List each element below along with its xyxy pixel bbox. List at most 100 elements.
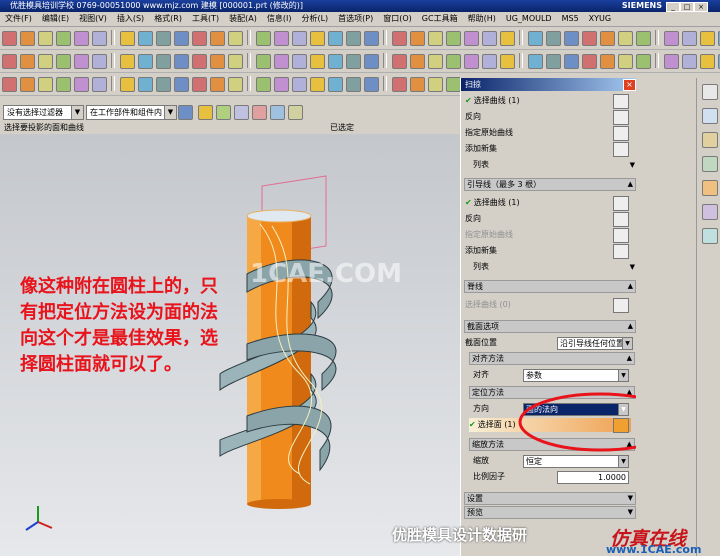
snap-end-icon[interactable] (216, 105, 231, 120)
reverse-icon[interactable] (613, 212, 629, 227)
selection-filter-select[interactable]: 没有选择过滤器 ▼ (3, 105, 84, 120)
graphics-viewport[interactable]: 1CAE.COM 像这种附在圆柱上的，只有把定位方法设为面的法向这个才是最佳效果… (0, 134, 460, 556)
toolbar-tool-icon[interactable] (446, 54, 461, 69)
maximize-button[interactable]: □ (680, 2, 694, 12)
dialog-close-button[interactable]: × (623, 79, 636, 91)
toolbar-tool-icon[interactable] (292, 31, 307, 46)
toolbar-tool-icon[interactable] (192, 77, 207, 92)
toolbar-tool-icon[interactable] (210, 77, 225, 92)
toolbar-tool-icon[interactable] (92, 31, 107, 46)
toolbar-tool-icon[interactable] (528, 31, 543, 46)
toolbar-tool-icon[interactable] (38, 54, 53, 69)
toolbar-tool-icon[interactable] (2, 54, 17, 69)
toolbar-tool-icon[interactable] (392, 77, 407, 92)
toolbar-tool-icon[interactable] (500, 31, 515, 46)
menu-edit[interactable]: 编辑(E) (37, 12, 74, 26)
section-reverse[interactable]: 反向 (465, 110, 631, 125)
guide-reverse[interactable]: 反向 (465, 212, 631, 227)
toolbar-tool-icon[interactable] (464, 31, 479, 46)
web-browser-icon[interactable] (702, 180, 718, 196)
toolbar-tool-icon[interactable] (310, 77, 325, 92)
curve-select-icon[interactable] (613, 94, 629, 109)
toolbar-tool-icon[interactable] (464, 54, 479, 69)
toolbar-tool-icon[interactable] (56, 31, 71, 46)
history-icon[interactable] (702, 132, 718, 148)
position-select[interactable]: 沿引导线任何位置 ▼ (557, 337, 633, 350)
toolbar-tool-icon[interactable] (618, 54, 633, 69)
snap-quadrant-icon[interactable] (270, 105, 285, 120)
toolbar-tool-icon[interactable] (410, 31, 425, 46)
toolbar-tool-icon[interactable] (482, 54, 497, 69)
toolbar-tool-icon[interactable] (228, 31, 243, 46)
menu-analysis[interactable]: 分析(L) (296, 12, 333, 26)
toolbar-tool-icon[interactable] (192, 54, 207, 69)
add-set-icon[interactable] (613, 142, 629, 157)
menu-xyug[interactable]: XYUG (584, 12, 616, 26)
toolbar-tool-icon[interactable] (138, 31, 153, 46)
toolbar-tool-icon[interactable] (56, 77, 71, 92)
toolbar-tool-icon[interactable] (92, 77, 107, 92)
menu-file[interactable]: 文件(F) (0, 12, 37, 26)
guide-list[interactable]: 列表 ▼ (465, 260, 637, 274)
selection-scope-select[interactable]: 在工作部件和组件内 ▼ (86, 105, 177, 120)
toolbar-tool-icon[interactable] (346, 31, 361, 46)
spine-section-header[interactable]: 脊线 ▲ (464, 280, 636, 293)
toolbar-tool-icon[interactable] (192, 31, 207, 46)
toolbar-tool-icon[interactable] (274, 77, 289, 92)
toolbar-tool-icon[interactable] (636, 31, 651, 46)
toolbar-tool-icon[interactable] (700, 31, 715, 46)
toolbar-tool-icon[interactable] (20, 31, 35, 46)
toolbar-tool-icon[interactable] (446, 31, 461, 46)
toolbar-tool-icon[interactable] (20, 77, 35, 92)
menu-window[interactable]: 窗口(O) (378, 12, 417, 26)
toolbar-tool-icon[interactable] (20, 54, 35, 69)
toolbar-tool-icon[interactable] (618, 31, 633, 46)
section-list[interactable]: 列表 ▼ (465, 158, 637, 172)
toolbar-tool-icon[interactable] (664, 31, 679, 46)
factor-input[interactable]: 1.0000 (557, 471, 629, 484)
menu-insert[interactable]: 插入(S) (112, 12, 149, 26)
toolbar-tool-icon[interactable] (120, 54, 135, 69)
minimize-button[interactable]: _ (666, 2, 680, 12)
toolbar-tool-icon[interactable] (56, 54, 71, 69)
alignment-select[interactable]: 参数 ▼ (523, 369, 629, 382)
toolbar-tool-icon[interactable] (228, 77, 243, 92)
toolbar-tool-icon[interactable] (700, 54, 715, 69)
add-set-icon[interactable] (613, 244, 629, 259)
toolbar-tool-icon[interactable] (346, 77, 361, 92)
toolbar-tool-icon[interactable] (210, 54, 225, 69)
toolbar-tool-icon[interactable] (410, 77, 425, 92)
toolbar-tool-icon[interactable] (2, 77, 17, 92)
reuse-library-icon[interactable] (702, 156, 718, 172)
toolbar-tool-icon[interactable] (546, 54, 561, 69)
toolbar-tool-icon[interactable] (500, 54, 515, 69)
toolbar-tool-icon[interactable] (328, 31, 343, 46)
toolbar-tool-icon[interactable] (364, 77, 379, 92)
menu-ug-mould[interactable]: UG_MOULD (501, 12, 557, 26)
section-select-curve[interactable]: ✔ 选择曲线 (1) (465, 94, 631, 109)
settings-header[interactable]: 设置 ▼ (464, 492, 636, 505)
toolbar-tool-icon[interactable] (210, 31, 225, 46)
menu-gc-toolbox[interactable]: GC工具箱 (417, 12, 463, 26)
toolbar-tool-icon[interactable] (138, 54, 153, 69)
roles-icon[interactable] (702, 228, 718, 244)
toolbar-tool-icon[interactable] (410, 54, 425, 69)
dialog-title-bar[interactable]: 扫掠 × (461, 78, 637, 91)
snap-center-icon[interactable] (252, 105, 267, 120)
toolbar-tool-icon[interactable] (256, 31, 271, 46)
toolbar-tool-icon[interactable] (636, 54, 651, 69)
toolbar-tool-icon[interactable] (428, 77, 443, 92)
toolbar-tool-icon[interactable] (120, 77, 135, 92)
menu-assembly[interactable]: 装配(A) (224, 12, 262, 26)
close-button[interactable]: × (694, 2, 708, 12)
toolbar-tool-icon[interactable] (310, 31, 325, 46)
toolbar-tool-icon[interactable] (682, 31, 697, 46)
toolbar-tool-icon[interactable] (228, 54, 243, 69)
toolbar-tool-icon[interactable] (156, 31, 171, 46)
toolbar-tool-icon[interactable] (74, 77, 89, 92)
toolbar-tool-icon[interactable] (328, 54, 343, 69)
menu-ms5[interactable]: MS5 (557, 12, 584, 26)
menu-view[interactable]: 视图(V) (74, 12, 112, 26)
snap-mid-icon[interactable] (234, 105, 249, 120)
toolbar-tool-icon[interactable] (310, 54, 325, 69)
